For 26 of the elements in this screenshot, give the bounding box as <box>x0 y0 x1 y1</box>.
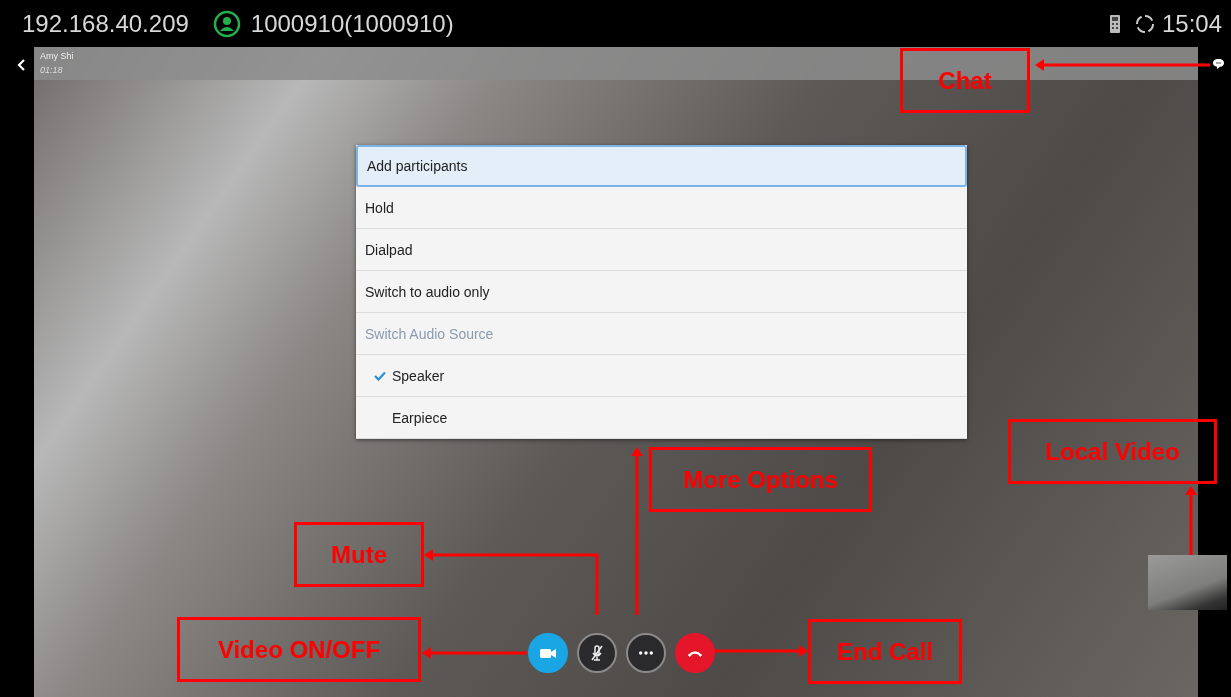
menu-item[interactable]: Hold <box>356 187 967 229</box>
back-icon[interactable] <box>17 59 25 71</box>
account-name: 1000910(1000910) <box>250 9 454 38</box>
menu-item[interactable]: Dialpad <box>356 229 967 271</box>
annotation-label: Chat <box>900 48 1030 113</box>
caller-name: Amy Shi <box>40 51 74 61</box>
clock-time: 15:04 <box>1161 9 1222 38</box>
annotation-arrow <box>1185 486 1197 555</box>
sync-icon <box>1133 12 1156 35</box>
ellipsis-icon <box>639 651 653 655</box>
ip-address: 192.168.40.209 <box>22 9 189 38</box>
menu-section-label: Switch Audio Source <box>356 313 967 355</box>
annotation-label: More Options <box>649 447 872 512</box>
annotation-label: Local Video <box>1008 419 1217 484</box>
menu-item[interactable]: Earpiece <box>356 397 967 439</box>
annotation-label: Mute <box>294 522 424 587</box>
annotation-label: Video ON/OFF <box>177 617 421 682</box>
menu-item[interactable]: Add participants <box>356 145 967 187</box>
menu-item[interactable]: Switch to audio only <box>356 271 967 313</box>
annotation-label: End Call <box>808 619 962 684</box>
call-duration: 01:18 <box>40 65 63 75</box>
check-icon <box>374 370 386 381</box>
menu-item[interactable]: Speaker <box>356 355 967 397</box>
account-icon <box>212 9 241 38</box>
chat-icon[interactable] <box>1212 58 1225 70</box>
phone-handset-icon <box>687 649 703 657</box>
